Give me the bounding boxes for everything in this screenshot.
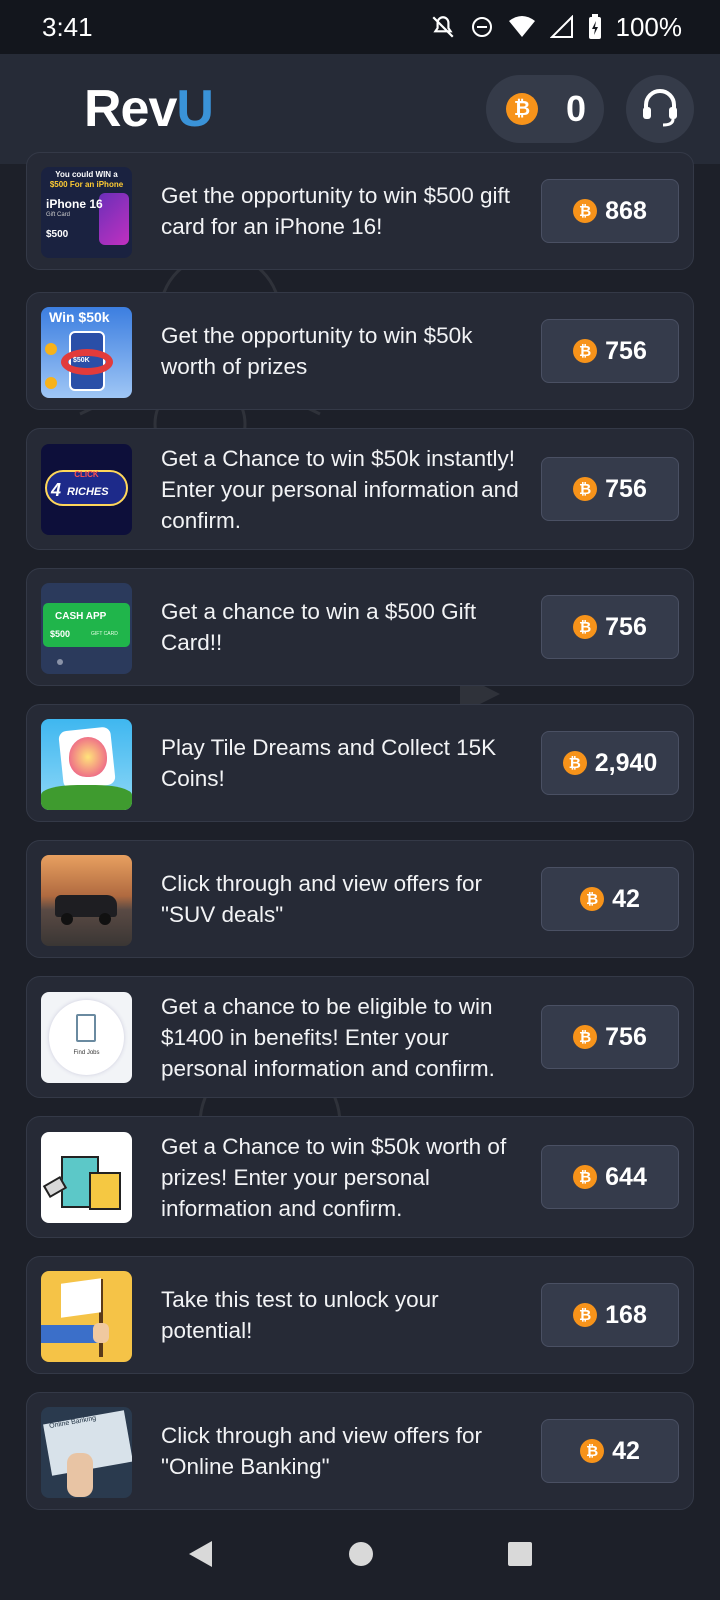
reward-value: 756	[605, 336, 647, 365]
reward-button[interactable]: ₿ 644	[541, 1145, 679, 1209]
cash-app-card-icon: CASH APP $500 GIFT CARD	[41, 583, 132, 674]
revu-logo[interactable]: Rev U	[84, 79, 214, 139]
offer-card[interactable]: Play Tile Dreams and Collect 15K Coins! …	[26, 704, 694, 822]
online-banking-icon: Online Banking	[41, 1407, 132, 1498]
system-nav-bar	[0, 1512, 720, 1600]
bitcoin-coin-icon: ₿	[580, 887, 605, 911]
offer-card[interactable]: Get a Chance to win $50k worth of prizes…	[26, 1116, 694, 1238]
offer-card[interactable]: Online Banking Click through and view of…	[26, 1392, 694, 1510]
find-jobs-icon: Find Jobs	[41, 992, 132, 1083]
bitcoin-coin-icon: ₿	[506, 93, 538, 125]
offer-description: Get a chance to win a $500 Gift Card!!	[161, 599, 477, 655]
bitcoin-coin-icon: ₿	[573, 1025, 598, 1049]
support-button[interactable]	[626, 75, 694, 143]
thumb-text: $500	[50, 629, 71, 639]
offer-card[interactable]: Click through and view offers for "SUV d…	[26, 840, 694, 958]
bitcoin-coin-icon: ₿	[573, 1165, 598, 1189]
signal-icon	[549, 15, 574, 39]
reward-button[interactable]: ₿ 756	[541, 457, 679, 521]
bitcoin-coin-icon: ₿	[573, 199, 598, 223]
logo-text-u: U	[176, 80, 214, 138]
thumb-text: Find Jobs	[73, 1050, 100, 1056]
offer-description: Get the opportunity to win $500 gift car…	[161, 183, 510, 239]
reward-button[interactable]: ₿ 42	[541, 867, 679, 931]
bitcoin-coin-icon: ₿	[573, 477, 598, 501]
offer-description: Play Tile Dreams and Collect 15K Coins!	[161, 735, 497, 791]
reward-value: 42	[612, 884, 640, 913]
white-flag-icon	[41, 1271, 132, 1362]
offer-card[interactable]: You could WIN a $500 For an iPhone iPhon…	[26, 152, 694, 270]
thumb-text: 4	[51, 480, 62, 500]
reward-value: 2,940	[594, 748, 658, 777]
thumb-text: CASH APP	[55, 611, 107, 622]
tile-dreams-icon	[41, 719, 132, 810]
suv-photo-icon	[41, 855, 132, 946]
reward-value: 756	[605, 612, 647, 641]
shopping-bags-icon	[41, 1132, 132, 1223]
coin-balance-value: 0	[565, 88, 586, 129]
thumb-text: GIFT CARD	[91, 631, 118, 637]
battery-icon	[588, 14, 602, 40]
offer-description: Click through and view offers for "SUV d…	[161, 871, 482, 927]
reward-button[interactable]: ₿ 42	[541, 1419, 679, 1483]
reward-button[interactable]: ₿ 756	[541, 595, 679, 659]
thumb-text: You could WIN a	[55, 170, 118, 179]
offer-description: Get the opportunity to win $50k worth of…	[161, 323, 473, 379]
thumb-text: RICHES	[67, 486, 109, 498]
reward-button[interactable]: ₿ 868	[541, 179, 679, 243]
offer-card[interactable]: CLICK 4 RICHES Get a Chance to win $50k …	[26, 428, 694, 550]
bitcoin-coin-icon: ₿	[573, 615, 598, 639]
reward-button[interactable]: ₿ 756	[541, 319, 679, 383]
reward-value: 42	[612, 1436, 640, 1465]
coin-balance-pill[interactable]: ₿ 0	[486, 75, 604, 143]
back-icon[interactable]	[186, 1539, 216, 1574]
reward-value: 168	[605, 1300, 647, 1329]
offer-card[interactable]: Find Jobs Get a chance to be eligible to…	[26, 976, 694, 1098]
app-header: Rev U ₿ 0	[0, 54, 720, 164]
offer-card[interactable]: Win $50k $50K Get the opportunity to win…	[26, 292, 694, 410]
iphone-giftcard-icon: You could WIN a $500 For an iPhone iPhon…	[41, 167, 132, 258]
thumb-text: $500	[46, 229, 69, 240]
reward-button[interactable]: ₿ 2,940	[541, 731, 679, 795]
offer-card[interactable]: Take this test to unlock your potential!…	[26, 1256, 694, 1374]
wifi-icon	[508, 15, 536, 39]
reward-button[interactable]: ₿ 168	[541, 1283, 679, 1347]
headset-icon	[638, 85, 682, 134]
offer-description: Click through and view offers for "Onlin…	[161, 1423, 482, 1479]
thumb-text: CLICK	[74, 470, 99, 479]
status-bar: 3:41 100%	[0, 0, 720, 54]
bitcoin-coin-icon: ₿	[573, 1303, 598, 1327]
offer-description: Take this test to unlock your potential!	[161, 1287, 439, 1343]
offer-description: Get a chance to be eligible to win $1400…	[161, 994, 495, 1081]
dnd-icon	[470, 15, 494, 39]
reward-value: 756	[605, 474, 647, 503]
thumb-text: Win $50k	[49, 309, 110, 325]
thumb-text: $50K	[73, 357, 90, 364]
thumb-text: Gift Card	[46, 212, 71, 218]
status-time: 3:41	[42, 11, 93, 42]
mute-icon	[430, 14, 456, 40]
reward-value: 868	[605, 196, 647, 225]
thumb-text: $500 For an iPhone	[49, 180, 124, 189]
click4riches-icon: CLICK 4 RICHES	[41, 444, 132, 535]
reward-value: 756	[605, 1022, 647, 1051]
battery-level: 100%	[615, 11, 683, 42]
offer-card[interactable]: CASH APP $500 GIFT CARD Get a chance to …	[26, 568, 694, 686]
logo-text-rev: Rev	[84, 80, 177, 138]
home-icon[interactable]	[347, 1540, 375, 1573]
offer-description: Get a Chance to win $50k instantly! Ente…	[161, 446, 519, 533]
reward-button[interactable]: ₿ 756	[541, 1005, 679, 1069]
reward-value: 644	[605, 1162, 647, 1191]
bitcoin-coin-icon: ₿	[573, 339, 598, 363]
offer-description: Get a Chance to win $50k worth of prizes…	[161, 1134, 507, 1221]
bitcoin-coin-icon: ₿	[580, 1439, 605, 1463]
bitcoin-coin-icon: ₿	[562, 751, 587, 775]
recents-icon[interactable]	[506, 1540, 534, 1573]
win-50k-icon: Win $50k $50K	[41, 307, 132, 398]
thumb-text: iPhone 16	[46, 197, 103, 211]
